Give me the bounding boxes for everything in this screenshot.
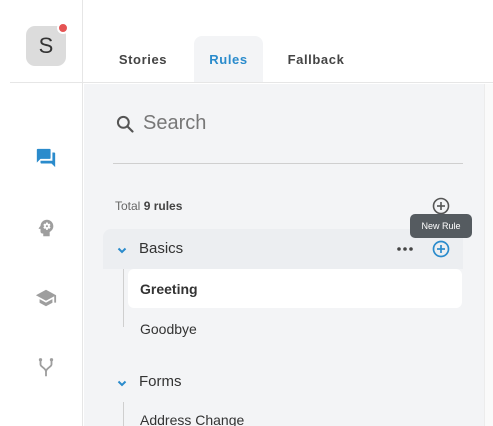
fork-icon[interactable]: [34, 356, 58, 380]
new-rule-tooltip: New Rule: [410, 214, 472, 238]
head-gear-icon[interactable]: [34, 216, 58, 240]
search-icon: [115, 114, 135, 134]
search-input[interactable]: Search: [143, 112, 206, 135]
chevron-down-icon[interactable]: [116, 376, 128, 388]
more-options-icon[interactable]: [396, 242, 414, 254]
rule-item-greeting[interactable]: Greeting: [140, 281, 198, 297]
new-rule-button[interactable]: [431, 239, 451, 259]
chevron-down-icon[interactable]: [116, 243, 128, 255]
rule-item-goodbye[interactable]: Goodbye: [140, 321, 197, 337]
group-label: Basics: [139, 240, 184, 257]
tab-bar: Stories Rules Fallback: [83, 0, 493, 83]
graduation-cap-icon[interactable]: [34, 286, 58, 310]
tab-rules[interactable]: Rules: [194, 36, 263, 82]
rule-item-address-change[interactable]: Address Change: [140, 412, 244, 426]
notification-dot: [57, 22, 69, 34]
tree-connector: [123, 269, 124, 327]
chat-icon[interactable]: [34, 146, 58, 170]
add-rule-group-button[interactable]: [431, 196, 451, 216]
tree-connector: [123, 402, 124, 426]
tab-fallback[interactable]: Fallback: [279, 36, 353, 82]
total-count: 9 rules: [143, 199, 183, 213]
search-field[interactable]: Search: [113, 108, 463, 164]
rail-divider: [10, 82, 82, 83]
rules-total: Total 9 rules: [115, 199, 182, 213]
avatar-container[interactable]: S: [26, 22, 69, 66]
scrollbar[interactable]: [484, 84, 493, 426]
left-rail: S: [0, 0, 83, 426]
total-prefix: Total: [115, 199, 141, 213]
tab-stories[interactable]: Stories: [107, 36, 179, 82]
group-label[interactable]: Forms: [139, 373, 182, 390]
